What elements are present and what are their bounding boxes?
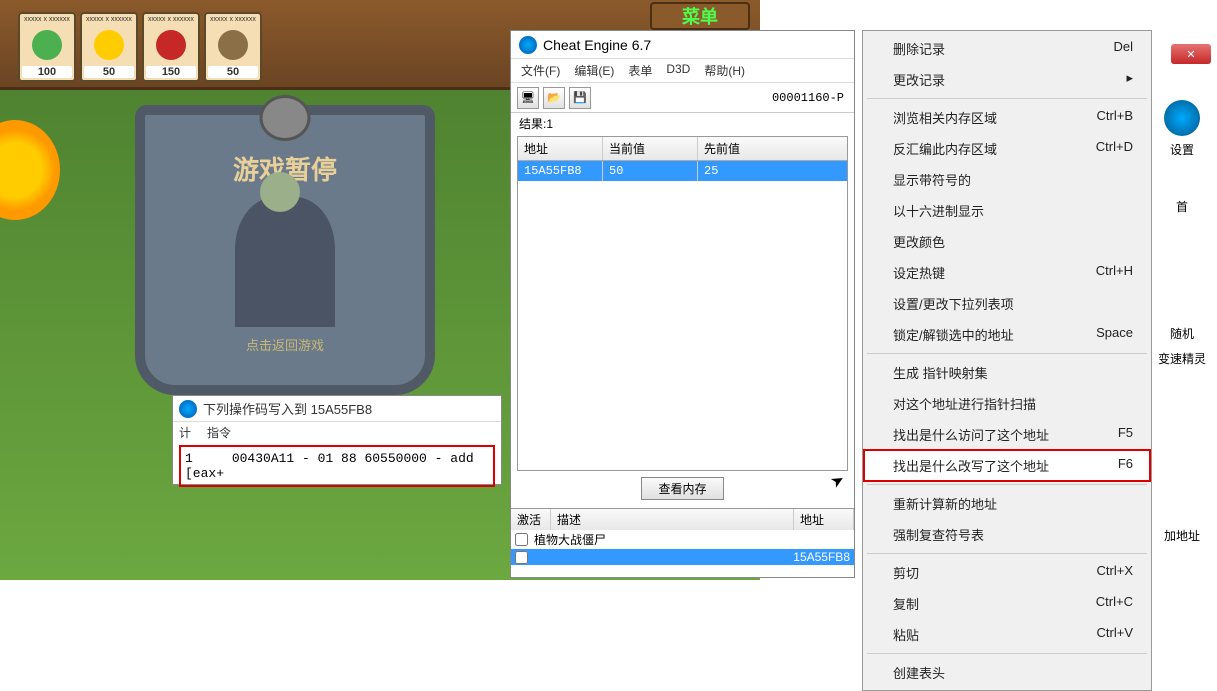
close-button[interactable]: ✕ bbox=[1171, 44, 1211, 64]
seed-card-wallnut[interactable]: xxxxx x xxxxxx 50 bbox=[204, 12, 262, 82]
menu-button[interactable]: 菜单 bbox=[650, 2, 750, 30]
context-menu-item[interactable]: 重新计算新的地址 bbox=[863, 488, 1151, 519]
resume-hint[interactable]: 点击返回游戏 bbox=[246, 335, 324, 354]
context-menu-item[interactable]: 以十六进制显示 bbox=[863, 195, 1151, 226]
menu-help[interactable]: 帮助(H) bbox=[704, 62, 745, 79]
menu-table[interactable]: 表单 bbox=[628, 62, 652, 79]
menu-file[interactable]: 文件(F) bbox=[521, 62, 560, 79]
plant-icon bbox=[94, 30, 124, 60]
cheat-engine-window: Cheat Engine 6.7 文件(F) 编辑(E) 表单 D3D 帮助(H… bbox=[510, 30, 855, 578]
plant-icon bbox=[156, 30, 186, 60]
active-checkbox[interactable] bbox=[515, 551, 528, 564]
context-menu-item[interactable]: 粘贴Ctrl+V bbox=[863, 619, 1151, 650]
context-menu-item[interactable]: 找出是什么访问了这个地址F5 bbox=[863, 419, 1151, 450]
address-row-selected[interactable]: 15A55FB8 bbox=[511, 549, 854, 565]
menu-separator bbox=[867, 353, 1147, 354]
context-menu-item[interactable]: 反汇编此内存区域Ctrl+D bbox=[863, 133, 1151, 164]
address-list-header: 激活 描述 地址 bbox=[511, 509, 854, 530]
zombie-sprite bbox=[235, 197, 335, 327]
context-menu-item[interactable]: 剪切Ctrl+X bbox=[863, 557, 1151, 588]
ce-menubar: 文件(F) 编辑(E) 表单 D3D 帮助(H) bbox=[511, 59, 854, 83]
open-file-button[interactable]: 📂 bbox=[543, 87, 565, 109]
context-menu-item[interactable]: 找出是什么改写了这个地址F6 bbox=[863, 449, 1151, 482]
results-table: 地址 当前值 先前值 15A55FB8 50 25 bbox=[517, 136, 848, 471]
seed-cost: 150 bbox=[146, 66, 196, 78]
seed-card-peashooter[interactable]: xxxxx x xxxxxx 100 bbox=[18, 12, 76, 82]
ce-title: Cheat Engine 6.7 bbox=[543, 37, 651, 53]
seed-card-sunflower[interactable]: xxxxx x xxxxxx 50 bbox=[80, 12, 138, 82]
opcode-window: 下列操作码写入到 15A55FB8 计 指令 1 00430A11 - 01 8… bbox=[172, 395, 502, 485]
ce-logo-icon bbox=[519, 36, 537, 54]
opcode-headers: 计 指令 bbox=[173, 422, 501, 443]
plant-icon bbox=[32, 30, 62, 60]
seed-cost: 50 bbox=[84, 66, 134, 78]
label-item[interactable]: 首 bbox=[1173, 195, 1191, 218]
menu-separator bbox=[867, 98, 1147, 99]
plant-icon bbox=[218, 30, 248, 60]
label-settings[interactable]: 设置 bbox=[1167, 138, 1197, 161]
menu-separator bbox=[867, 553, 1147, 554]
ce-icon bbox=[179, 400, 197, 418]
context-menu-item[interactable]: 生成 指针映射集 bbox=[863, 357, 1151, 388]
menu-separator bbox=[867, 653, 1147, 654]
view-memory-button[interactable]: 查看内存 bbox=[641, 477, 723, 500]
address-row[interactable]: 植物大战僵尸 bbox=[511, 530, 854, 549]
context-menu-item[interactable]: 锁定/解锁选中的地址Space bbox=[863, 319, 1151, 350]
context-menu-item[interactable]: 更改颜色 bbox=[863, 226, 1151, 257]
ce-logo-icon bbox=[1164, 100, 1200, 136]
seed-bank: xxxxx x xxxxxx 100 xxxxx x xxxxxx 50 xxx… bbox=[18, 12, 262, 82]
opcode-row[interactable]: 1 00430A11 - 01 88 60550000 - add [eax+ bbox=[179, 445, 495, 487]
seed-card-cherrybomb[interactable]: xxxxx x xxxxxx 150 bbox=[142, 12, 200, 82]
results-count: 结果:1 bbox=[511, 113, 854, 134]
col-active[interactable]: 激活 bbox=[511, 509, 551, 530]
col-current[interactable]: 当前值 bbox=[603, 137, 698, 160]
context-menu-item[interactable]: 设置/更改下拉列表项 bbox=[863, 288, 1151, 319]
col-desc[interactable]: 描述 bbox=[551, 509, 794, 530]
result-row[interactable]: 15A55FB8 50 25 bbox=[518, 161, 847, 181]
context-menu-item[interactable]: 更改记录 bbox=[863, 64, 1151, 95]
seed-cost: 100 bbox=[22, 66, 72, 78]
ce-toolbar: 🖥 📂 💾 00001160-P bbox=[511, 83, 854, 113]
context-menu-item[interactable]: 对这个地址进行指针扫描 bbox=[863, 388, 1151, 419]
context-menu-item[interactable]: 创建表头 bbox=[863, 657, 1151, 688]
context-menu-item[interactable]: 删除记录Del bbox=[863, 33, 1151, 64]
seed-cost: 50 bbox=[208, 66, 258, 78]
menu-edit[interactable]: 编辑(E) bbox=[574, 62, 614, 79]
context-menu: 删除记录Del更改记录浏览相关内存区域Ctrl+B反汇编此内存区域Ctrl+D显… bbox=[862, 30, 1152, 691]
context-menu-item[interactable]: 强制复查符号表 bbox=[863, 519, 1151, 550]
col-address[interactable]: 地址 bbox=[518, 137, 603, 160]
col-addr2[interactable]: 地址 bbox=[794, 509, 854, 530]
results-header: 地址 当前值 先前值 bbox=[518, 137, 847, 161]
context-menu-item[interactable]: 浏览相关内存区域Ctrl+B bbox=[863, 102, 1151, 133]
address-list: 激活 描述 地址 植物大战僵尸 15A55FB8 bbox=[511, 508, 854, 565]
view-memory-row: 查看内存 bbox=[511, 473, 854, 504]
ce-titlebar[interactable]: Cheat Engine 6.7 bbox=[511, 31, 854, 59]
context-menu-item[interactable]: 设定热键Ctrl+H bbox=[863, 257, 1151, 288]
context-menu-item[interactable]: 显示带符号的 bbox=[863, 164, 1151, 195]
opcode-title: 下列操作码写入到 15A55FB8 bbox=[173, 396, 501, 422]
menu-d3d[interactable]: D3D bbox=[666, 62, 690, 79]
active-checkbox[interactable] bbox=[515, 533, 528, 546]
open-process-button[interactable]: 🖥 bbox=[517, 87, 539, 109]
label-item[interactable]: 加地址 bbox=[1161, 524, 1203, 547]
col-previous[interactable]: 先前值 bbox=[698, 137, 847, 160]
sunflower-sprite bbox=[0, 120, 60, 220]
save-button[interactable]: 💾 bbox=[569, 87, 591, 109]
label-item[interactable]: 变速精灵 bbox=[1155, 347, 1209, 370]
process-id: 00001160-P bbox=[772, 91, 848, 105]
pause-dialog: 游戏暂停 点击返回游戏 bbox=[135, 105, 435, 395]
menu-separator bbox=[867, 484, 1147, 485]
context-menu-item[interactable]: 复制Ctrl+C bbox=[863, 588, 1151, 619]
right-panel: ✕ 设置 首 随机 变速精灵 加地址 bbox=[1147, 40, 1217, 580]
label-item[interactable]: 随机 bbox=[1167, 322, 1197, 345]
